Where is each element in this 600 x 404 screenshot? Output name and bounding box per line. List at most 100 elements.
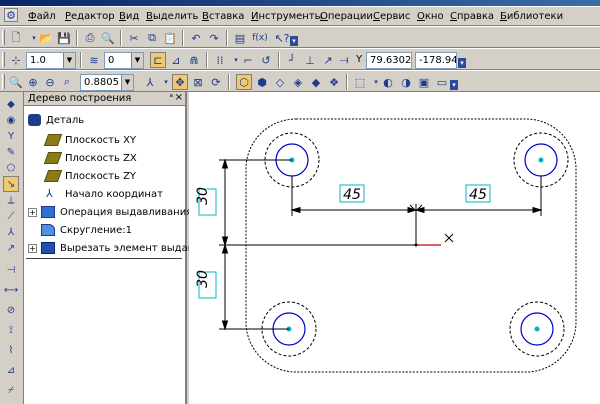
toolbar-grip[interactable] (2, 52, 5, 67)
tree-item-extrude[interactable]: + Операция выдавливания:1 (28, 204, 202, 220)
auxiliary-icon[interactable]: ⌇ (3, 342, 19, 358)
paste-icon[interactable]: 📋 (162, 30, 178, 46)
magnet-icon[interactable]: ⋒ (186, 52, 202, 68)
ortho-icon[interactable]: ↗ (320, 52, 336, 68)
tree-item-origin[interactable]: ⅄ Начало координат (46, 186, 163, 202)
tree-item-cut-extrude[interactable]: + Вырезать элемент выдавли (28, 240, 206, 256)
cut-icon[interactable]: ✂ (126, 30, 142, 46)
perspective-icon[interactable]: ⬚ (352, 74, 368, 90)
zoom-in-icon[interactable]: ⊕ (25, 74, 41, 90)
axis-icon[interactable]: ↗ (3, 240, 19, 256)
dimension-vertical[interactable] (219, 158, 416, 331)
menu-window[interactable]: Окно (417, 11, 444, 22)
geometry-icon[interactable]: ◆ (3, 96, 19, 112)
toolbar-grip[interactable] (2, 74, 5, 89)
redo-icon[interactable]: ↷ (206, 30, 222, 46)
close-icon[interactable]: × (175, 92, 183, 103)
undo-icon[interactable]: ↶ (188, 30, 204, 46)
tree-item-plane-zy[interactable]: Плоскость ZY (43, 168, 136, 184)
circle-tool-icon[interactable]: ⊘ (3, 302, 19, 318)
menu-view[interactable]: Вид (119, 11, 139, 22)
arc-tool-icon[interactable]: ⟟ (3, 322, 19, 338)
zoom-window-icon[interactable]: 🔍 (8, 74, 24, 90)
local-cs-icon[interactable]: ⌐ (240, 52, 256, 68)
hidden-lines-icon[interactable]: ⬢ (254, 74, 270, 90)
expand-icon[interactable]: + (28, 243, 37, 253)
app-icon[interactable]: ⚙ (4, 8, 18, 22)
chevron-down-icon[interactable]: ▼ (121, 75, 133, 90)
halftone-icon[interactable]: ◈ (290, 74, 306, 90)
toolbar-more-icon[interactable]: ▾ (290, 36, 298, 46)
variables-icon[interactable]: ▤ (232, 30, 248, 46)
slope-icon[interactable]: ⊿ (3, 362, 19, 378)
menu-libraries[interactable]: Библиотеки (500, 11, 563, 22)
axes-icon[interactable]: ┘ (284, 52, 300, 68)
snap-icon[interactable]: ⊿ (168, 52, 184, 68)
scale-icon[interactable]: ⊹ (8, 52, 24, 68)
new-file-icon[interactable]: 🗋 (8, 30, 24, 46)
toolbar-more-icon[interactable]: ▾ (458, 58, 466, 68)
filter-icon[interactable]: Y (3, 128, 19, 144)
open-folder-icon[interactable]: 📂 (38, 30, 54, 46)
expand-icon[interactable]: + (28, 207, 37, 217)
menu-help[interactable]: Справка (450, 11, 494, 22)
shaded-edges-icon[interactable]: ❖ (326, 74, 342, 90)
grid-icon[interactable]: ⁞⁞ (212, 52, 228, 68)
round-icon[interactable]: ↺ (258, 52, 274, 68)
shaded-icon[interactable]: ◆ (308, 74, 324, 90)
fit-all-icon[interactable]: ⊠ (190, 74, 206, 90)
dimension-icon[interactable]: ⟷ (3, 282, 19, 298)
tree-item-fillet[interactable]: Скругление:1 (41, 222, 132, 238)
scale-select[interactable]: 1.0 ▼ (26, 52, 76, 69)
menu-operations[interactable]: Операции (320, 11, 373, 22)
hidden-thin-icon[interactable]: ◇ (272, 74, 288, 90)
point-icon[interactable]: ⊣ (3, 262, 19, 278)
layer-select[interactable]: 0 ▼ (104, 52, 144, 69)
monitor-icon[interactable]: ▭ (434, 74, 450, 90)
parametrize-icon[interactable]: ⟂ (3, 192, 19, 208)
preview-icon[interactable]: 🔍 (100, 30, 116, 46)
segment-icon[interactable]: ⌿ (3, 382, 19, 398)
zoom-select[interactable]: 0.8805 ▼ (80, 74, 134, 91)
tree-item-plane-zx[interactable]: Плоскость ZX (43, 150, 137, 166)
menu-insert[interactable]: Вставка (202, 11, 244, 22)
measure-icon[interactable]: ⅄ (3, 224, 19, 240)
zoom-out-icon[interactable]: ⊖ (42, 74, 58, 90)
layers-icon[interactable]: ≋ (86, 52, 102, 68)
dimension-icon[interactable]: ⟞ (336, 52, 352, 68)
coord-x-field[interactable]: 79.6302 (366, 52, 412, 69)
copy-icon[interactable]: ⧉ (144, 30, 160, 46)
help-pointer-icon[interactable]: ↖? (274, 30, 290, 46)
save-icon[interactable]: 💾 (56, 30, 72, 46)
shapes-icon[interactable]: ⬠ (3, 160, 19, 176)
curves-icon[interactable]: ◉ (3, 112, 19, 128)
function-icon[interactable]: f(x) (250, 30, 270, 46)
orientation-icon[interactable]: ⅄ (142, 74, 158, 90)
drawing-canvas[interactable]: 45 45 30 30 (189, 92, 600, 404)
section-view-icon[interactable]: ◑ (398, 74, 414, 90)
tree-root[interactable]: Деталь (28, 112, 84, 128)
menu-service[interactable]: Сервис (373, 11, 410, 22)
wireframe-icon[interactable]: ⬡ (236, 74, 252, 90)
edit-icon[interactable]: ✎ (3, 144, 19, 160)
pin-icon[interactable]: ᵃ (169, 93, 173, 103)
tree-item-plane-xy[interactable]: Плоскость XY (43, 132, 136, 148)
pan-icon[interactable]: ✥ (172, 74, 188, 90)
toolbar-grip[interactable] (2, 30, 5, 45)
menu-tools[interactable]: Инструменты (251, 11, 323, 22)
constraints-icon[interactable]: ⟋ (3, 208, 19, 224)
coord-y-field[interactable]: -178.94 (415, 52, 457, 69)
angle-icon[interactable]: ⊥ (302, 52, 318, 68)
rotate-icon[interactable]: ⟳ (208, 74, 224, 90)
print-icon[interactable]: ⎙ (82, 30, 98, 46)
display-icon[interactable]: ▣ (416, 74, 432, 90)
section-icon[interactable]: ◐ (380, 74, 396, 90)
toolbar-more-icon[interactable]: ▾ (450, 80, 458, 90)
sketch-svg[interactable]: 45 45 30 30 (189, 92, 600, 404)
ortho-mode-icon[interactable]: ⊏ (150, 52, 166, 68)
zoom-previous-icon[interactable]: ⌕ (59, 74, 75, 90)
chevron-down-icon[interactable]: ▼ (131, 53, 143, 68)
menu-select[interactable]: Выделить (146, 11, 198, 22)
menu-file[interactable]: Файл (28, 11, 56, 22)
chevron-down-icon[interactable]: ▼ (63, 53, 75, 68)
